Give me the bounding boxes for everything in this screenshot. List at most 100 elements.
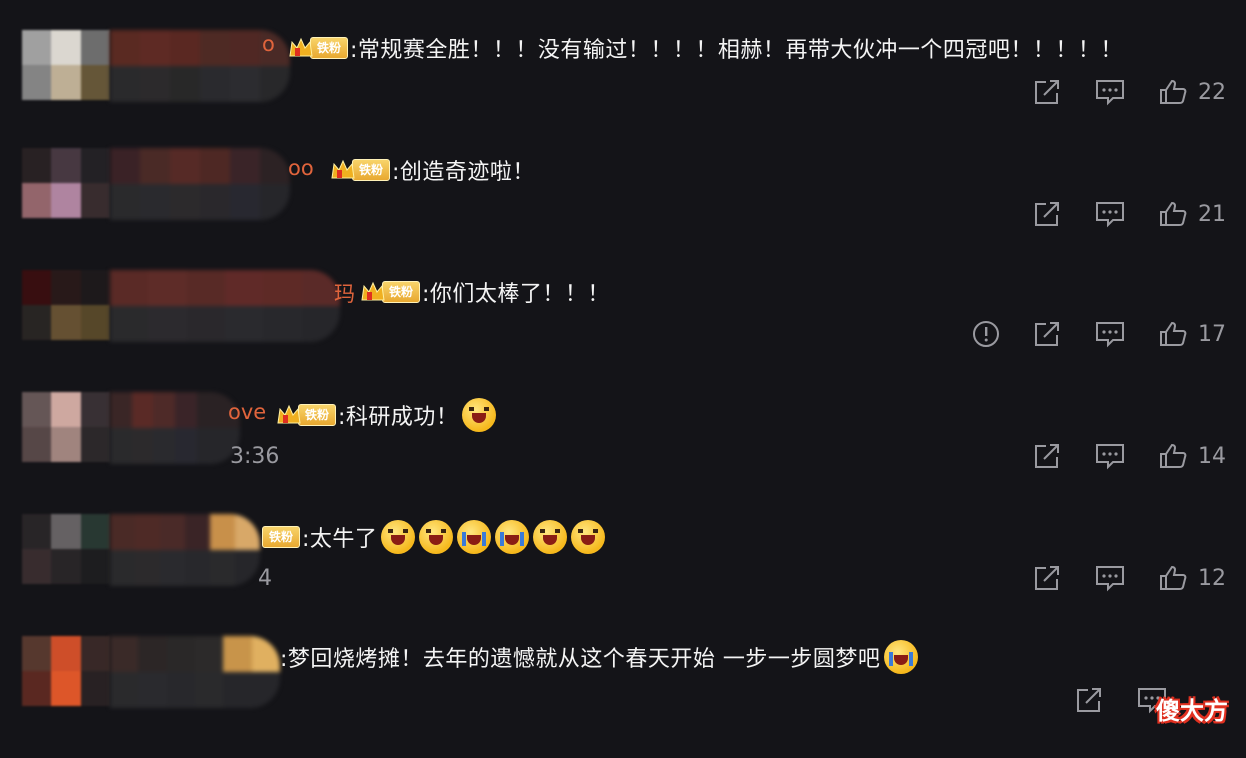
share-button[interactable] bbox=[1032, 442, 1062, 470]
username-mosaic-cell bbox=[170, 148, 200, 184]
avatar[interactable] bbox=[22, 392, 110, 462]
avatar-mosaic-cell bbox=[80, 305, 110, 340]
username-mosaic-cell bbox=[110, 550, 135, 586]
avatar-mosaic-cell bbox=[51, 427, 81, 462]
action-bar: 12 bbox=[1000, 564, 1226, 592]
username-mosaic-cell bbox=[263, 270, 302, 306]
like-count: 14 bbox=[1198, 443, 1226, 469]
share-button[interactable] bbox=[1032, 200, 1062, 228]
reply-button[interactable] bbox=[1094, 564, 1126, 592]
avatar-mosaic-cell bbox=[22, 30, 52, 65]
username-mosaic-cell bbox=[170, 30, 200, 66]
comment-text: :科研成功！ bbox=[338, 405, 459, 430]
comment-item: oo 铁粉 :创造奇迹啦！ 21 bbox=[0, 148, 1246, 270]
username-mosaic-cell bbox=[138, 672, 167, 708]
tearful-emoji-icon bbox=[884, 640, 919, 674]
share-icon bbox=[1032, 78, 1062, 106]
username-mosaic-cell bbox=[140, 30, 170, 66]
comment-item: ove 铁粉 :科研成功！ 3:36 14 bbox=[0, 392, 1246, 514]
username-mosaic-cell bbox=[185, 550, 210, 586]
username-mosaic-cell bbox=[135, 514, 160, 550]
fan-badge: 铁粉 bbox=[330, 158, 391, 182]
reply-button[interactable] bbox=[1094, 200, 1126, 228]
avatar-mosaic-cell bbox=[51, 671, 81, 706]
username-mosaic-cell bbox=[131, 428, 154, 464]
username-mosaic-cell bbox=[135, 550, 160, 586]
avatar-mosaic-cell bbox=[22, 392, 52, 427]
username-mosaic-cell bbox=[196, 392, 219, 428]
username-mosaic-cell bbox=[260, 184, 290, 220]
reply-button[interactable] bbox=[1094, 320, 1126, 348]
share-button[interactable] bbox=[1032, 320, 1062, 348]
username-mosaic-cell bbox=[166, 636, 195, 672]
avatar-mosaic-cell bbox=[51, 636, 81, 671]
avatar-mosaic-cell bbox=[51, 549, 81, 584]
avatar-mosaic-cell bbox=[51, 392, 81, 427]
like-count: 22 bbox=[1198, 79, 1226, 105]
report-button[interactable] bbox=[972, 320, 1000, 348]
avatar[interactable] bbox=[22, 270, 110, 340]
comment-icon bbox=[1094, 442, 1126, 470]
badge-label: 铁粉 bbox=[382, 281, 421, 303]
crown-icon bbox=[330, 158, 356, 182]
share-button[interactable] bbox=[1074, 686, 1104, 714]
like-button[interactable]: 17 bbox=[1158, 320, 1226, 348]
like-button[interactable]: 22 bbox=[1158, 78, 1226, 106]
username-mosaic-cell bbox=[140, 184, 170, 220]
watermark-logo: 傻大方 bbox=[1156, 697, 1228, 725]
timestamp: 4 bbox=[258, 566, 272, 591]
comment-icon bbox=[1094, 78, 1126, 106]
avatar[interactable] bbox=[22, 514, 110, 584]
username-blurred[interactable] bbox=[110, 514, 260, 586]
username-mosaic-cell bbox=[148, 306, 187, 342]
username-blurred[interactable] bbox=[110, 392, 240, 464]
username-mosaic-cell bbox=[166, 672, 195, 708]
username-blurred[interactable] bbox=[110, 148, 290, 220]
comment-text: :常规赛全胜！！！没有输过！！！！相赫！再带大伙冲一个四冠吧！！！！！ bbox=[350, 38, 1123, 63]
username-tail[interactable]: ove bbox=[228, 400, 266, 424]
avatar-mosaic-cell bbox=[80, 549, 110, 584]
username-mosaic-cell bbox=[260, 148, 290, 184]
avatar-mosaic-cell bbox=[22, 270, 52, 305]
username-tail[interactable]: oo bbox=[288, 156, 314, 180]
avatar-mosaic-cell bbox=[80, 514, 110, 549]
username-mosaic-cell bbox=[110, 514, 135, 550]
badge-label: 铁粉 bbox=[310, 37, 349, 59]
like-button[interactable]: 14 bbox=[1158, 442, 1226, 470]
avatar[interactable] bbox=[22, 30, 110, 100]
fan-badge: 铁粉 bbox=[276, 403, 337, 427]
share-button[interactable] bbox=[1032, 564, 1062, 592]
badge-label: 铁粉 bbox=[298, 404, 337, 426]
reply-button[interactable] bbox=[1094, 442, 1126, 470]
username-blurred[interactable] bbox=[110, 270, 340, 342]
username-mosaic-cell bbox=[200, 148, 230, 184]
comment-icon bbox=[1094, 320, 1126, 348]
badge-label: 铁粉 bbox=[352, 159, 391, 181]
crown-icon bbox=[288, 36, 314, 60]
like-button[interactable]: 12 bbox=[1158, 564, 1226, 592]
username-mosaic-cell bbox=[224, 306, 264, 342]
reply-button[interactable] bbox=[1094, 78, 1126, 106]
username-tail[interactable]: o bbox=[262, 32, 275, 56]
username-blurred[interactable] bbox=[110, 636, 280, 708]
avatar-mosaic-cell bbox=[51, 30, 81, 65]
avatar[interactable] bbox=[22, 148, 110, 218]
username-mosaic-cell bbox=[153, 392, 175, 428]
like-icon bbox=[1158, 564, 1188, 592]
username-mosaic-cell bbox=[110, 428, 132, 464]
username-tail[interactable]: 玛 bbox=[334, 278, 355, 308]
like-button[interactable]: 21 bbox=[1158, 200, 1226, 228]
like-icon bbox=[1158, 200, 1188, 228]
comment-icon bbox=[1094, 564, 1126, 592]
username-mosaic-cell bbox=[131, 392, 154, 428]
badge-label: 铁粉 bbox=[262, 526, 301, 548]
username-mosaic-cell bbox=[110, 184, 140, 220]
username-mosaic-cell bbox=[195, 636, 224, 672]
avatar-mosaic-cell bbox=[80, 148, 110, 183]
avatar-mosaic-cell bbox=[80, 30, 110, 65]
share-button[interactable] bbox=[1032, 78, 1062, 106]
username-mosaic-cell bbox=[200, 184, 230, 220]
avatar[interactable] bbox=[22, 636, 110, 706]
username-mosaic-cell bbox=[110, 66, 140, 102]
comment-text: :梦回烧烤摊！去年的遗憾就从这个春天开始 一步一步圆梦吧 bbox=[280, 647, 881, 672]
